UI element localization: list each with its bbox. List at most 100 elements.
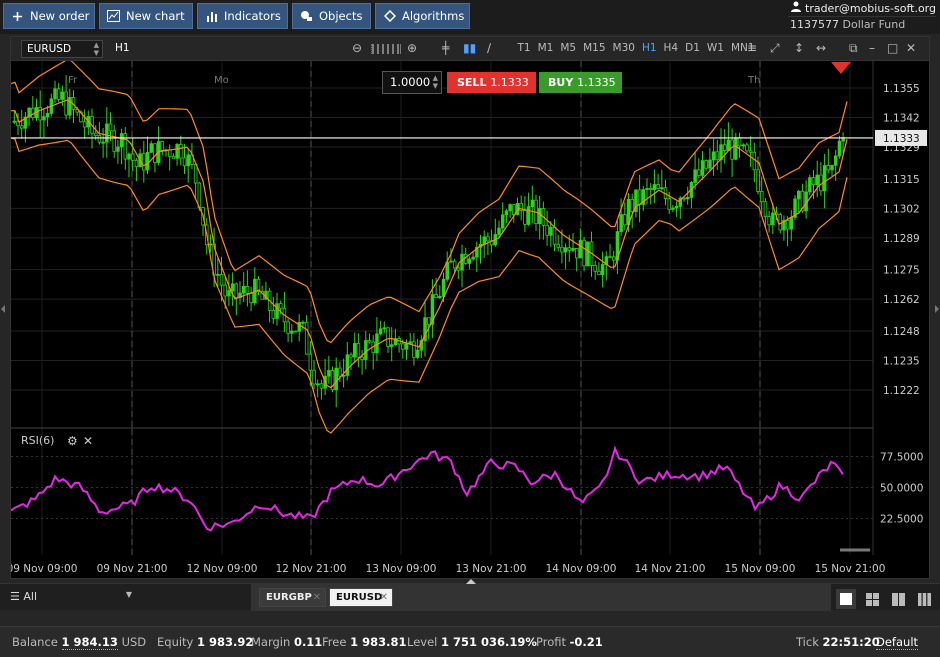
- candle-body: [142, 153, 146, 171]
- algorithms-button[interactable]: Algorithms: [375, 3, 470, 29]
- candle-body: [145, 151, 150, 171]
- candle-body: [811, 177, 816, 185]
- candle-body: [426, 317, 431, 325]
- candle-body: [112, 130, 117, 152]
- vertical-line-icon[interactable]: ↕: [794, 41, 804, 55]
- tab-eurusd[interactable]: EURUSD ✕: [329, 588, 393, 607]
- layout-columns-icon[interactable]: [888, 589, 908, 609]
- sell-button[interactable]: SELL 1.1333: [447, 72, 536, 93]
- candle-body: [508, 204, 512, 212]
- zoom-out-icon[interactable]: ⊖: [352, 41, 362, 55]
- account-info[interactable]: trader@mobius-soft.org 1137577 Dollar Fu…: [788, 1, 936, 32]
- objects-button[interactable]: Objects: [292, 3, 371, 29]
- fibonacci-icon[interactable]: ≡: [747, 41, 757, 55]
- status-bar: Balance 1 984.13 USD Equity 1 983.92 Mar…: [0, 626, 940, 657]
- horizontal-line-icon[interactable]: ↔: [816, 41, 826, 55]
- indicators-button[interactable]: Indicators: [197, 3, 288, 29]
- time-label: 15 Nov 21:00: [815, 563, 886, 575]
- tf-m15[interactable]: M15: [580, 42, 609, 54]
- candle-body: [364, 340, 368, 360]
- candle-body: [171, 155, 176, 159]
- tf-m30[interactable]: M30: [609, 42, 638, 54]
- layout-grid-icon[interactable]: [862, 589, 882, 609]
- candle-body: [497, 227, 501, 235]
- filter-label: All: [23, 590, 38, 603]
- tf-m1[interactable]: M1: [534, 42, 557, 54]
- tf-w1[interactable]: W1: [703, 42, 727, 54]
- candle-body: [401, 343, 405, 350]
- candle-chart-type-icon[interactable]: ▮▮: [463, 41, 476, 55]
- day-label: Mo: [214, 75, 229, 86]
- right-collapse-handle[interactable]: [935, 305, 939, 313]
- layout-rows-icon[interactable]: [914, 589, 934, 609]
- detach-icon[interactable]: ⧉: [849, 41, 858, 56]
- candle-body: [671, 207, 675, 210]
- level-label: Level: [407, 635, 438, 649]
- symbol-selector[interactable]: EURUSD ▲ ▼: [21, 40, 103, 58]
- close-chart-icon[interactable]: ✕: [906, 41, 916, 55]
- candle-body: [467, 258, 472, 264]
- symbol-label: EURUSD: [27, 43, 72, 55]
- buy-button[interactable]: BUY 1.1335: [539, 72, 622, 93]
- bar-chart-type-icon[interactable]: ╪: [442, 41, 449, 55]
- candle-body: [127, 153, 131, 160]
- new-chart-button[interactable]: New chart: [99, 3, 193, 29]
- margin-value: 0.11: [293, 635, 323, 649]
- new-order-button[interactable]: New order: [3, 3, 95, 29]
- price-level-label: 1.1289: [883, 233, 920, 245]
- candle-body: [249, 292, 253, 304]
- diamond-icon: [383, 10, 396, 22]
- candle-body: [526, 206, 531, 225]
- rsi-level-label: 50.0000: [880, 483, 923, 495]
- time-label: 09 Nov 09:00: [11, 563, 77, 575]
- candle-body: [352, 343, 357, 358]
- candle-body: [94, 132, 98, 136]
- candle-body: [82, 121, 87, 128]
- profile-select[interactable]: Default: [876, 635, 919, 650]
- tab-label: EURUSD: [336, 592, 383, 603]
- tab-eurgbp[interactable]: EURGBP ✕: [259, 588, 326, 607]
- tf-d1[interactable]: D1: [682, 42, 704, 54]
- tf-m5[interactable]: M5: [557, 42, 580, 54]
- candle-body: [785, 220, 790, 230]
- minimize-icon[interactable]: –: [869, 41, 875, 55]
- candle-body: [693, 169, 697, 183]
- app-window: New order New chart Indicators Objects A…: [0, 0, 940, 657]
- time-label: 09 Nov 21:00: [97, 563, 168, 575]
- close-tab-icon[interactable]: ✕: [313, 589, 321, 606]
- candle-body: [186, 154, 190, 167]
- maximize-icon[interactable]: □: [887, 41, 898, 55]
- candle-body: [545, 224, 549, 236]
- candle-body: [208, 243, 213, 246]
- left-collapse-handle[interactable]: [1, 305, 5, 313]
- candle-body: [360, 356, 364, 360]
- layout-single-icon[interactable]: [836, 589, 856, 609]
- objects-label: Objects: [319, 9, 363, 23]
- rsi-level-label: 22.5000: [880, 514, 923, 526]
- candle-body: [834, 155, 838, 166]
- balance-field[interactable]: Balance 1 984.13 USD: [12, 635, 146, 650]
- tf-t1[interactable]: T1: [514, 42, 534, 54]
- tf-h1[interactable]: H1: [638, 42, 660, 54]
- candle-body: [308, 353, 313, 371]
- candle-body: [586, 241, 590, 267]
- symbol-filter-select[interactable]: ☰ All ▼: [10, 590, 132, 603]
- quantity-input[interactable]: 1.0000 ▲ ▼: [382, 71, 442, 94]
- candle-body: [408, 341, 412, 344]
- buy-price: 1.1335: [577, 76, 616, 89]
- close-tab-icon[interactable]: ✕: [380, 589, 388, 606]
- candle-body: [789, 216, 794, 230]
- candle-body: [619, 214, 623, 233]
- candle-body: [356, 343, 361, 358]
- candle-body: [149, 143, 153, 153]
- zoom-in-icon[interactable]: ⊕: [407, 41, 417, 55]
- candle-body: [434, 294, 438, 299]
- candle-body: [345, 354, 350, 376]
- line-chart-type-icon[interactable]: ∕: [487, 41, 491, 55]
- candle-body: [771, 212, 775, 226]
- zoom-slider[interactable]: [371, 44, 401, 54]
- tf-h4[interactable]: H4: [660, 42, 682, 54]
- candle-body: [301, 321, 305, 324]
- trendline-icon[interactable]: ⤢: [770, 41, 780, 56]
- price-chart[interactable]: 1.13551.13421.13291.13151.13021.12891.12…: [11, 61, 929, 578]
